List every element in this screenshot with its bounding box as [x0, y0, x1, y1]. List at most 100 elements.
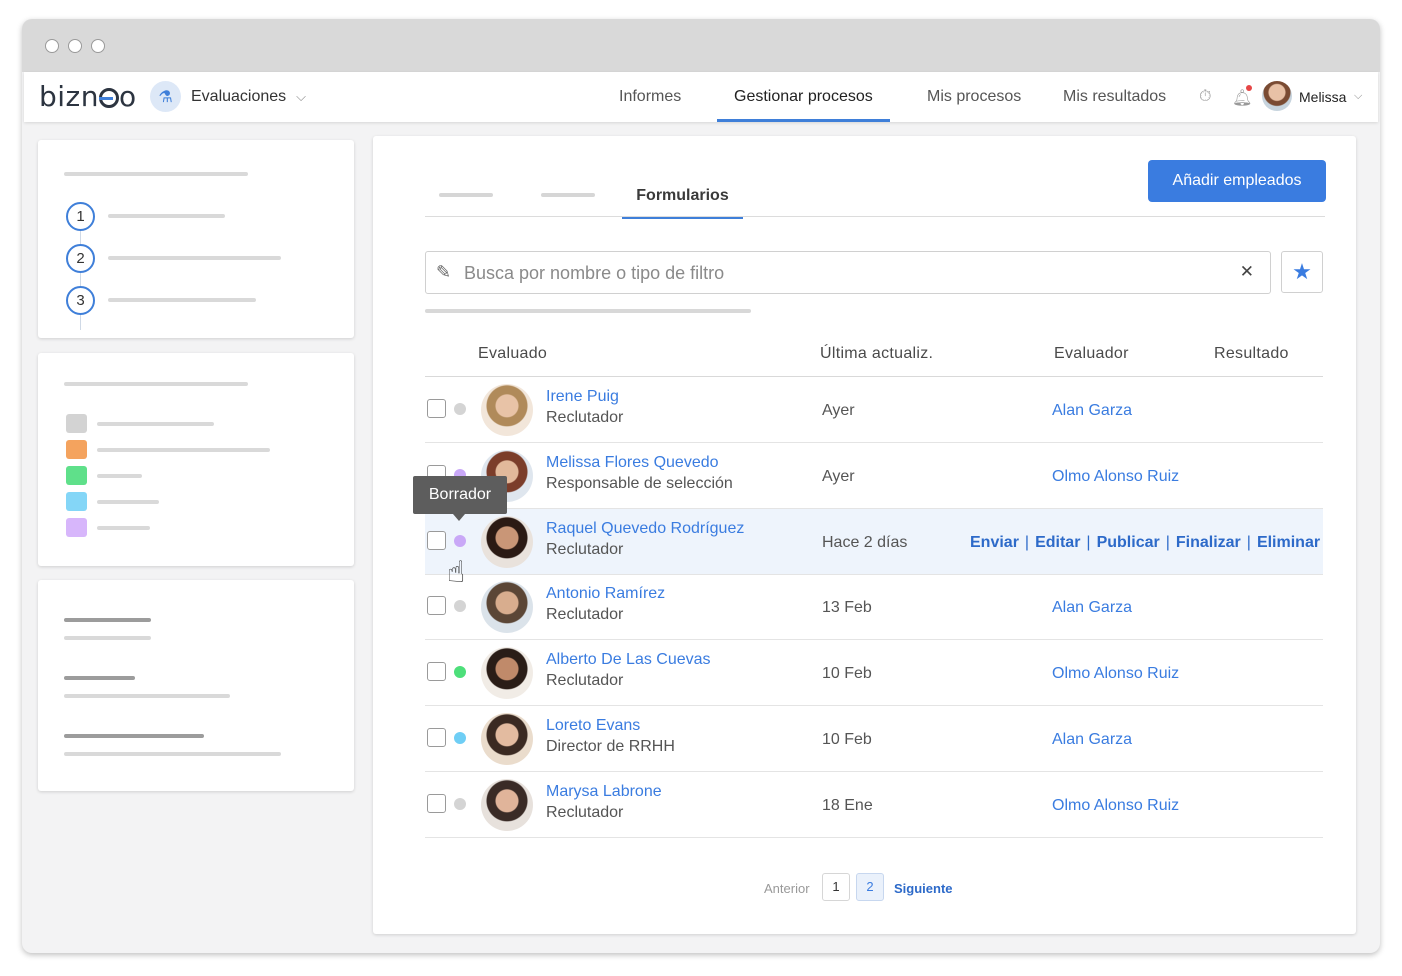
column-header-evaluador[interactable]: Evaluador — [1054, 345, 1129, 363]
step-3[interactable]: 3 — [66, 286, 95, 315]
employee-role: Reclutador — [546, 672, 624, 690]
module-label: Evaluaciones — [191, 87, 287, 105]
status-legend-card — [38, 353, 354, 566]
close-icon[interactable]: ✕ — [1240, 262, 1254, 282]
employee-role: Responsable de selección — [546, 474, 733, 492]
status-dot[interactable] — [454, 732, 466, 744]
subtab-placeholder[interactable] — [541, 193, 595, 197]
table-row[interactable]: Antonio Ramírez Reclutador 13 Feb Alan G… — [425, 574, 1323, 641]
evaluator-link[interactable]: Alan Garza — [1052, 599, 1132, 617]
evaluator-link[interactable]: Olmo Alonso Ruiz — [1052, 665, 1179, 683]
action-editar[interactable]: Editar — [1035, 534, 1080, 551]
status-swatch-blue — [66, 492, 87, 511]
placeholder-line — [64, 618, 151, 622]
row-checkbox[interactable] — [427, 728, 446, 747]
step-2[interactable]: 2 — [66, 244, 95, 273]
status-dot[interactable] — [454, 600, 466, 613]
magic-wand-icon: ✎ — [436, 262, 452, 282]
table-row[interactable]: Alberto De Las Cuevas Reclutador 10 Feb … — [425, 640, 1323, 707]
row-actions: Enviar | Editar | Publicar | Finalizar | Elimina… — [970, 534, 1320, 552]
employee-name[interactable]: Marysa Labrone — [546, 783, 662, 801]
employee-avatar — [481, 647, 533, 700]
evaluator-link[interactable]: Olmo Alonso Ruiz — [1052, 797, 1179, 815]
evaluator-link[interactable]: Alan Garza — [1052, 731, 1132, 749]
employee-avatar — [481, 515, 533, 568]
pagination-page-2[interactable]: 2 — [856, 873, 884, 901]
status-dot[interactable] — [454, 666, 466, 679]
window-close-dot[interactable] — [45, 39, 59, 53]
action-publicar[interactable]: Publicar — [1097, 534, 1160, 551]
last-updated: Hace 2 días — [822, 533, 908, 551]
employee-name[interactable]: Raquel Quevedo Rodríguez — [546, 520, 744, 538]
action-finalizar[interactable]: Finalizar — [1176, 534, 1241, 551]
action-enviar[interactable]: Enviar — [970, 534, 1019, 551]
nav-tab-mis-resultados[interactable]: Mis resultados — [1063, 72, 1166, 122]
pagination-next[interactable]: Siguiente — [894, 881, 953, 896]
column-header-resultado[interactable]: Resultado — [1214, 345, 1289, 363]
employee-name[interactable]: Irene Puig — [546, 388, 619, 406]
last-updated: Ayer — [822, 467, 855, 485]
top-navigation: bizn o ⚗ Evaluaciones ⌵ Informes Gestiona… — [24, 72, 1378, 122]
placeholder-line — [97, 474, 142, 478]
bizneo-logo[interactable]: bizn o — [39, 80, 137, 113]
employee-name[interactable]: Loreto Evans — [546, 717, 640, 735]
module-selector[interactable]: ⚗ Evaluaciones ⌵ — [150, 81, 306, 112]
status-swatch-orange — [66, 440, 87, 459]
employee-role: Reclutador — [546, 606, 624, 624]
row-checkbox[interactable] — [427, 662, 446, 682]
table-row[interactable]: Melissa Flores Quevedo Responsable de se… — [425, 443, 1323, 509]
chevron-down-icon: ⌵ — [296, 88, 307, 104]
add-employees-button[interactable]: Añadir empleados — [1148, 160, 1326, 202]
row-checkbox[interactable] — [427, 399, 446, 418]
table-row[interactable]: Raquel Quevedo Rodríguez Reclutador Hace… — [425, 508, 1323, 575]
window-maximize-dot[interactable] — [91, 39, 105, 53]
action-separator: | — [1086, 533, 1091, 551]
bell-icon[interactable]: 🔔︎ — [1232, 88, 1252, 108]
placeholder-line — [97, 422, 214, 426]
table-row[interactable]: Irene Puig Reclutador Ayer Alan Garza — [425, 377, 1323, 443]
hand-cursor-icon: ☝ — [447, 556, 466, 589]
nav-tab-informes[interactable]: Informes — [619, 72, 681, 122]
step-1[interactable]: 1 — [66, 202, 95, 231]
search-box[interactable]: ✎ ✕ — [425, 251, 1271, 294]
placeholder-line — [64, 694, 230, 698]
evaluator-link[interactable]: Alan Garza — [1052, 402, 1132, 420]
nav-tab-mis-procesos[interactable]: Mis procesos — [927, 72, 1021, 122]
table-row[interactable]: Marysa Labrone Reclutador 18 Ene Olmo Al… — [425, 772, 1323, 838]
status-dot[interactable] — [454, 534, 466, 547]
favorites-button[interactable]: ★ — [1281, 251, 1323, 293]
pagination-previous[interactable]: Anterior — [764, 881, 810, 896]
subtab-placeholder[interactable] — [439, 193, 493, 197]
status-dot[interactable] — [454, 797, 466, 810]
nav-tab-gestionar-procesos[interactable]: Gestionar procesos — [717, 72, 890, 122]
user-name[interactable]: Melissa — [1299, 89, 1346, 105]
employee-name[interactable]: Alberto De Las Cuevas — [546, 651, 711, 669]
search-input[interactable] — [464, 260, 1224, 286]
column-header-ultima-actualizacion[interactable]: Última actualiz. — [820, 345, 933, 363]
column-header-evaluado[interactable]: Evaluado — [478, 345, 547, 363]
evaluator-link[interactable]: Olmo Alonso Ruiz — [1052, 468, 1179, 486]
status-dot[interactable] — [454, 403, 466, 415]
row-checkbox[interactable] — [427, 530, 446, 550]
employee-avatar — [481, 713, 533, 765]
stopwatch-icon[interactable]: ⏱ — [1199, 88, 1211, 106]
chevron-down-icon[interactable]: ⌵ — [1354, 90, 1362, 103]
employee-name[interactable]: Antonio Ramírez — [546, 585, 665, 603]
tab-formularios[interactable]: Formularios — [622, 175, 743, 219]
row-checkbox[interactable] — [427, 596, 446, 616]
table-row[interactable]: Loreto Evans Director de RRHH 10 Feb Ala… — [425, 706, 1323, 772]
row-checkbox[interactable] — [427, 793, 446, 813]
employee-avatar — [481, 581, 533, 634]
last-updated: 18 Ene — [822, 796, 873, 814]
employee-name[interactable]: Melissa Flores Quevedo — [546, 454, 719, 472]
pagination-page-1[interactable]: 1 — [822, 873, 850, 901]
user-avatar[interactable] — [1262, 81, 1292, 111]
placeholder-line — [64, 734, 204, 738]
action-eliminar[interactable]: Eliminar — [1257, 534, 1320, 551]
window-minimize-dot[interactable] — [68, 39, 82, 53]
tabs-divider — [425, 216, 1325, 217]
placeholder-line — [64, 636, 151, 640]
status-swatch-gray — [66, 414, 87, 433]
status-swatch-green — [66, 466, 87, 485]
placeholder-line — [64, 382, 248, 386]
